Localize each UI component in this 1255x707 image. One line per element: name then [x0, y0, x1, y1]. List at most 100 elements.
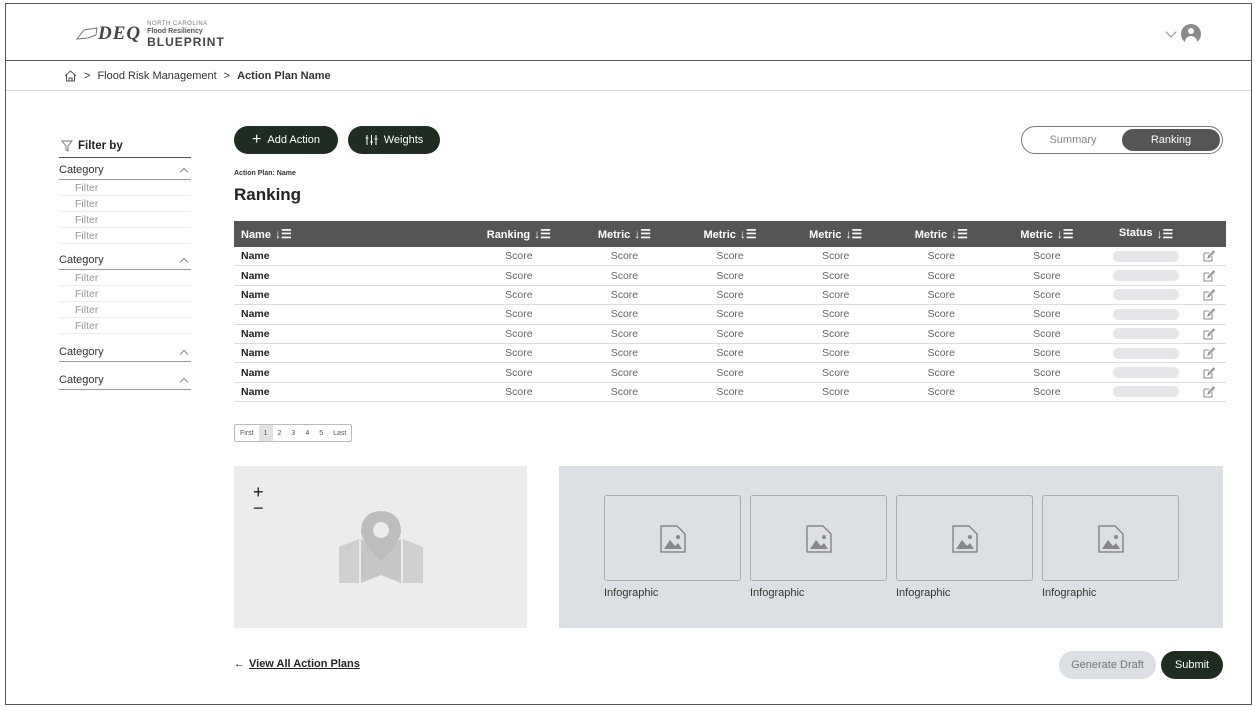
chevron-up-icon[interactable]	[179, 377, 189, 386]
user-menu[interactable]	[1165, 24, 1201, 44]
row-score-cell: Score	[716, 308, 744, 321]
row-score-cell: Score	[716, 366, 744, 379]
sort-icon[interactable]: ↓☰	[1057, 227, 1074, 241]
table-row[interactable]: Name Score Score Score Score Score Score	[234, 305, 1226, 325]
view-all-plans-label: View All Action Plans	[249, 658, 360, 670]
add-action-button[interactable]: + Add Action	[234, 126, 338, 154]
filter-option[interactable]: Filter	[59, 302, 191, 318]
page-4[interactable]: 4	[300, 425, 314, 441]
view-all-plans-link[interactable]: ← View All Action Plans	[234, 658, 360, 670]
deq-logo[interactable]: DEQ NORTH CAROLINA Flood Resiliency BLUE…	[76, 18, 225, 50]
category-toggle[interactable]: Category	[59, 368, 191, 390]
page-2[interactable]: 2	[273, 425, 287, 441]
row-score-cell: Score	[505, 288, 533, 301]
row-score-cell: Score	[505, 250, 533, 263]
edit-icon[interactable]	[1203, 386, 1216, 398]
infographic-card[interactable]	[1042, 495, 1179, 581]
page-1[interactable]: 1	[258, 425, 273, 441]
column-header-metric[interactable]: Metric ↓☰	[888, 227, 994, 241]
chevron-down-icon[interactable]	[1165, 26, 1177, 38]
action-plan-label: Action Plan: Name	[234, 170, 296, 177]
edit-icon[interactable]	[1203, 250, 1216, 262]
chevron-up-icon[interactable]	[179, 167, 189, 176]
row-score-cell: Score	[1033, 288, 1061, 301]
weights-button[interactable]: Weights	[348, 126, 440, 154]
map-pin-icon	[339, 511, 423, 583]
column-header-metric[interactable]: Metric ↓☰	[677, 227, 783, 241]
breadcrumb-item-flood-risk[interactable]: Flood Risk Management	[97, 70, 216, 82]
edit-icon[interactable]	[1203, 328, 1216, 340]
row-score-cell: Score	[927, 366, 955, 379]
row-name-cell: Name	[241, 347, 270, 360]
funnel-icon	[61, 140, 73, 152]
category-toggle[interactable]: Category	[59, 340, 191, 362]
edit-icon[interactable]	[1203, 308, 1216, 320]
table-row[interactable]: Name Score Score Score Score Score Score	[234, 383, 1226, 403]
row-score-cell: Score	[505, 327, 533, 340]
status-badge	[1113, 289, 1180, 301]
category-toggle[interactable]: Category	[59, 248, 191, 270]
column-header-status[interactable]: Status ↓☰	[1100, 227, 1193, 241]
submit-button[interactable]: Submit	[1161, 651, 1223, 679]
page-last[interactable]: Last	[328, 425, 351, 441]
edit-icon[interactable]	[1203, 347, 1216, 359]
column-header-name[interactable]: Name ↓☰	[234, 227, 466, 241]
row-score-cell: Score	[610, 269, 639, 282]
generate-draft-button[interactable]: Generate Draft	[1059, 651, 1156, 679]
sort-icon[interactable]: ↓☰	[634, 227, 651, 241]
page-first[interactable]: First	[235, 425, 259, 441]
nc-state-outline-icon	[76, 27, 98, 40]
map-panel[interactable]: + −	[234, 466, 527, 628]
table-row[interactable]: Name Score Score Score Score Score Score	[234, 247, 1226, 267]
row-name-cell: Name	[241, 385, 270, 398]
infographic-card[interactable]	[896, 495, 1033, 581]
toggle-summary[interactable]: Summary	[1024, 129, 1122, 151]
filter-option[interactable]: Filter	[59, 196, 191, 212]
table-row[interactable]: Name Score Score Score Score Score Score	[234, 266, 1226, 286]
filter-option[interactable]: Filter	[59, 318, 191, 334]
edit-icon[interactable]	[1203, 269, 1216, 282]
table-row[interactable]: Name Score Score Score Score Score Score	[234, 325, 1226, 344]
category-label: Category	[59, 164, 104, 176]
breadcrumb-separator: >	[223, 69, 231, 82]
logo-deq-text: DEQ	[98, 23, 142, 44]
page-3[interactable]: 3	[286, 425, 300, 441]
sort-icon[interactable]: ↓☰	[1157, 227, 1174, 241]
row-score-cell: Score	[610, 250, 639, 263]
zoom-out-button[interactable]: −	[253, 499, 264, 517]
sort-icon[interactable]: ↓☰	[845, 227, 862, 241]
toggle-ranking[interactable]: Ranking	[1122, 129, 1220, 151]
row-name-cell: Name	[241, 250, 270, 263]
table-row[interactable]: Name Score Score Score Score Score Score	[234, 286, 1226, 306]
infographic-card[interactable]	[750, 495, 887, 581]
chevron-up-icon[interactable]	[179, 349, 189, 358]
table-row[interactable]: Name Score Score Score Score Score Score	[234, 363, 1226, 383]
home-icon[interactable]	[64, 69, 77, 82]
filter-option[interactable]: Filter	[59, 228, 191, 244]
row-score-cell: Score	[610, 385, 639, 398]
sort-icon[interactable]: ↓☰	[275, 227, 292, 241]
column-header-metric[interactable]: Metric ↓☰	[994, 227, 1100, 241]
row-score-cell: Score	[716, 347, 744, 360]
edit-icon[interactable]	[1203, 289, 1216, 301]
column-header-ranking[interactable]: Ranking ↓☰	[466, 227, 572, 241]
sort-icon[interactable]: ↓☰	[534, 227, 551, 241]
column-header-metric[interactable]: Metric ↓☰	[572, 227, 678, 241]
avatar[interactable]	[1181, 24, 1201, 44]
status-badge	[1113, 347, 1180, 359]
row-score-cell: Score	[821, 269, 850, 282]
filter-option[interactable]: Filter	[59, 180, 191, 196]
category-toggle[interactable]: Category	[59, 158, 191, 180]
filter-option[interactable]: Filter	[59, 270, 191, 286]
page-5[interactable]: 5	[314, 425, 328, 441]
chevron-up-icon[interactable]	[179, 257, 189, 266]
infographic-card[interactable]	[604, 495, 741, 581]
column-header-metric[interactable]: Metric ↓☰	[783, 227, 889, 241]
filter-option[interactable]: Filter	[59, 212, 191, 228]
edit-icon[interactable]	[1203, 366, 1216, 379]
sort-icon[interactable]: ↓☰	[951, 227, 968, 241]
table-row[interactable]: Name Score Score Score Score Score Score	[234, 344, 1226, 364]
sort-icon[interactable]: ↓☰	[740, 227, 757, 241]
view-toggle: Summary Ranking	[1021, 126, 1223, 154]
filter-option[interactable]: Filter	[59, 286, 191, 302]
